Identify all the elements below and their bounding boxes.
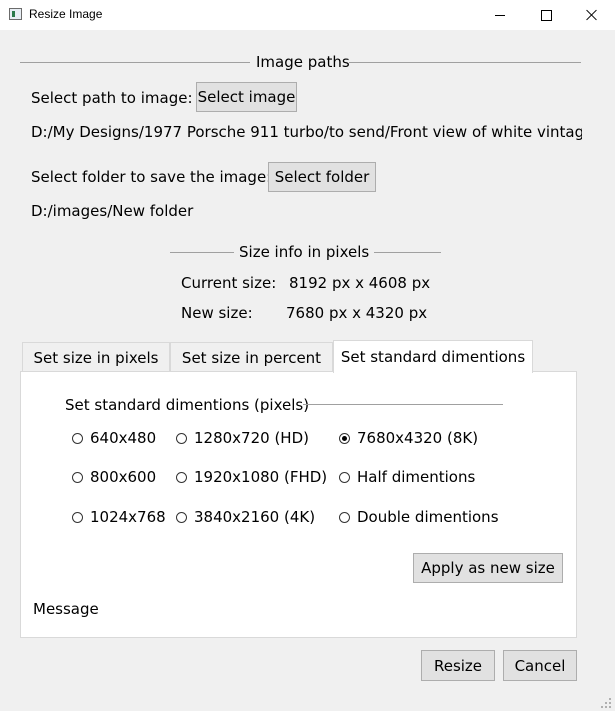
- title-bar: Resize Image: [0, 0, 615, 30]
- radio-label: 1024x768: [90, 508, 166, 526]
- tab-label: Set size in percent: [181, 349, 322, 367]
- tab-size-in-percent[interactable]: Set size in percent: [170, 342, 333, 373]
- folder-path-value: D:/images/New folder: [31, 202, 194, 220]
- size-info-title: Size info in pixels: [239, 243, 370, 261]
- radio-circle: [176, 511, 187, 523]
- close-icon: [586, 9, 598, 21]
- minimize-icon: [495, 14, 505, 16]
- image-path-value: D:/My Designs/1977 Porsche 911 turbo/to …: [31, 123, 582, 141]
- radio-1920x1080[interactable]: 1920x1080 (FHD): [176, 468, 327, 486]
- new-size-label: New size:: [181, 304, 253, 322]
- maximize-icon: [540, 9, 552, 21]
- message-text: Message: [33, 600, 99, 618]
- radio-circle: [72, 471, 83, 483]
- tab-size-in-pixels[interactable]: Set size in pixels: [22, 342, 170, 373]
- radio-circle: [176, 432, 187, 444]
- radio-640x480[interactable]: 640x480: [72, 429, 156, 447]
- radio-circle: [72, 511, 83, 523]
- radio-label: 1280x720 (HD): [194, 429, 309, 447]
- tab-standard-dimentions[interactable]: Set standard dimentions: [333, 340, 533, 373]
- radio-circle: [339, 471, 350, 483]
- size-divider-left: [170, 252, 234, 253]
- section-divider-right: [349, 62, 581, 63]
- current-size-label: Current size:: [181, 274, 277, 292]
- radio-7680x4320[interactable]: 7680x4320 (8K): [339, 429, 478, 447]
- new-size-value: 7680 px x 4320 px: [286, 304, 428, 322]
- radio-label: Half dimentions: [357, 468, 476, 486]
- standard-dimentions-panel: Set standard dimentions (pixels) 640x480…: [20, 371, 577, 638]
- radio-1024x768[interactable]: 1024x768: [72, 508, 166, 526]
- select-image-button[interactable]: Select image: [196, 82, 297, 112]
- radio-label: 3840x2160 (4K): [194, 508, 316, 526]
- minimize-button[interactable]: [477, 0, 523, 30]
- resize-grip-icon[interactable]: [600, 697, 612, 709]
- current-size-value: 8192 px x 4608 px: [289, 274, 431, 292]
- apply-new-size-button[interactable]: Apply as new size: [413, 553, 563, 583]
- select-path-label: Select path to image:: [31, 89, 193, 107]
- resize-button[interactable]: Resize: [421, 650, 495, 681]
- select-folder-label: Select folder to save the image:: [31, 168, 272, 186]
- size-divider-right: [374, 252, 441, 253]
- select-folder-button[interactable]: Select folder: [268, 162, 376, 192]
- section-divider-left: [20, 62, 250, 63]
- app-icon: [9, 8, 22, 20]
- radio-label: 640x480: [90, 429, 157, 447]
- radio-half-dimentions[interactable]: Half dimentions: [339, 468, 475, 486]
- radio-label: 1920x1080 (FHD): [194, 468, 328, 486]
- radio-circle: [176, 471, 187, 483]
- radio-800x600[interactable]: 800x600: [72, 468, 156, 486]
- image-paths-title: Image paths: [256, 53, 350, 71]
- standard-group-divider: [303, 404, 503, 405]
- radio-3840x2160[interactable]: 3840x2160 (4K): [176, 508, 315, 526]
- tab-label: Set standard dimentions: [340, 348, 526, 366]
- radio-circle: [72, 432, 83, 444]
- radio-label: 800x600: [90, 468, 157, 486]
- standard-group-title: Set standard dimentions (pixels): [65, 396, 310, 414]
- cancel-button[interactable]: Cancel: [503, 650, 577, 681]
- window-title: Resize Image: [29, 7, 103, 21]
- maximize-button[interactable]: [523, 0, 569, 30]
- radio-1280x720[interactable]: 1280x720 (HD): [176, 429, 309, 447]
- radio-double-dimentions[interactable]: Double dimentions: [339, 508, 499, 526]
- radio-label: 7680x4320 (8K): [357, 429, 479, 447]
- radio-circle-selected: [339, 432, 350, 444]
- radio-circle: [339, 511, 350, 523]
- tab-label: Set size in pixels: [33, 349, 159, 367]
- close-button[interactable]: [569, 0, 615, 30]
- radio-label: Double dimentions: [357, 508, 499, 526]
